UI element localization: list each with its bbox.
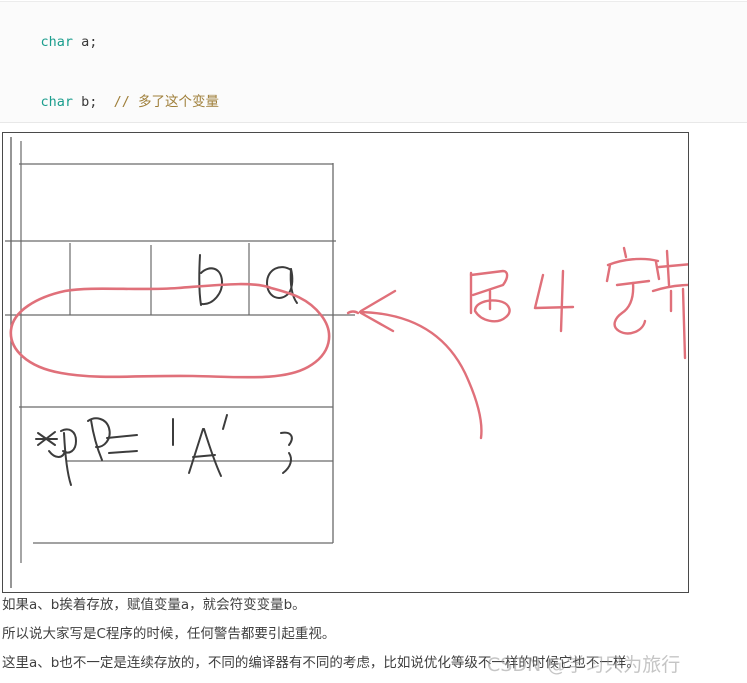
handwritten-label-p	[87, 417, 111, 461]
red-annotation-only-4-bytes	[469, 246, 688, 360]
handwritten-label-b	[198, 254, 224, 306]
red-arrow	[346, 289, 483, 440]
whiteboard-image	[2, 132, 689, 593]
paragraph-2: 所以说大家写是C程序的时候，任何警告都要引起重视。	[2, 626, 336, 642]
code-decl-a: a;	[73, 34, 98, 50]
code-keyword-char-2: char	[40, 94, 74, 110]
handwritten-label-a	[265, 266, 298, 304]
paragraph-1: 如果a、b挨着存放，赋值变量a，就会符变变量b。	[2, 597, 306, 613]
code-line-2: char b; // 多了这个变量	[8, 72, 747, 132]
handwritten-expression-star-p-equals-A	[35, 414, 293, 486]
code-line-1: char a;	[8, 12, 747, 72]
code-comment: // 多了这个变量	[113, 94, 220, 110]
code-block: char a; char b; // 多了这个变量 int *p; p = &a…	[0, 1, 747, 290]
memory-grid	[5, 137, 355, 588]
code-keyword-char-1: char	[40, 34, 74, 50]
whiteboard-drawing	[5, 137, 688, 588]
paragraph-3: 这里a、b也不一定是连续存放的，不同的编译器有不同的考虑，比如说优化等级不一样的…	[2, 655, 640, 671]
code-decl-b: b;	[73, 94, 114, 110]
